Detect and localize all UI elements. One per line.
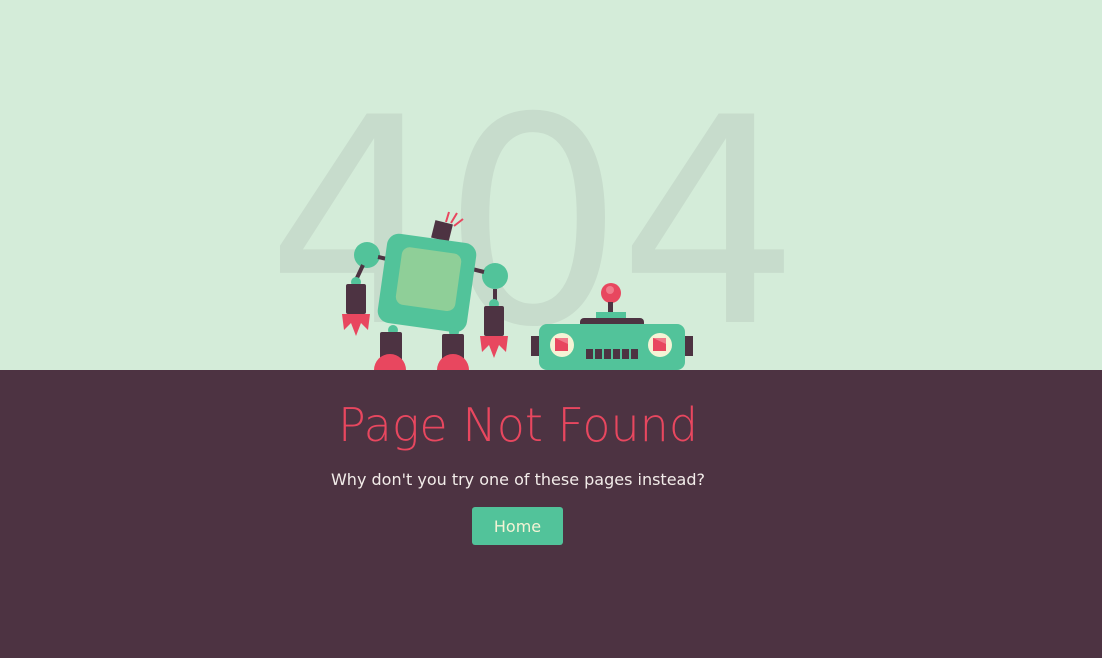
error-page: 404 Page Not Found Why don't you try one… [0, 0, 1102, 658]
page-subtitle: Why don't you try one of these pages ins… [330, 470, 705, 489]
home-button[interactable]: Home [472, 507, 563, 545]
page-title: Page Not Found [337, 398, 699, 452]
standing-robot-icon [342, 211, 508, 370]
illustration-area: 404 [0, 0, 1102, 370]
robot-illustration [342, 211, 693, 370]
message-panel: Page Not Found Why don't you try one of … [0, 370, 1102, 658]
lying-robot-icon [531, 283, 693, 370]
